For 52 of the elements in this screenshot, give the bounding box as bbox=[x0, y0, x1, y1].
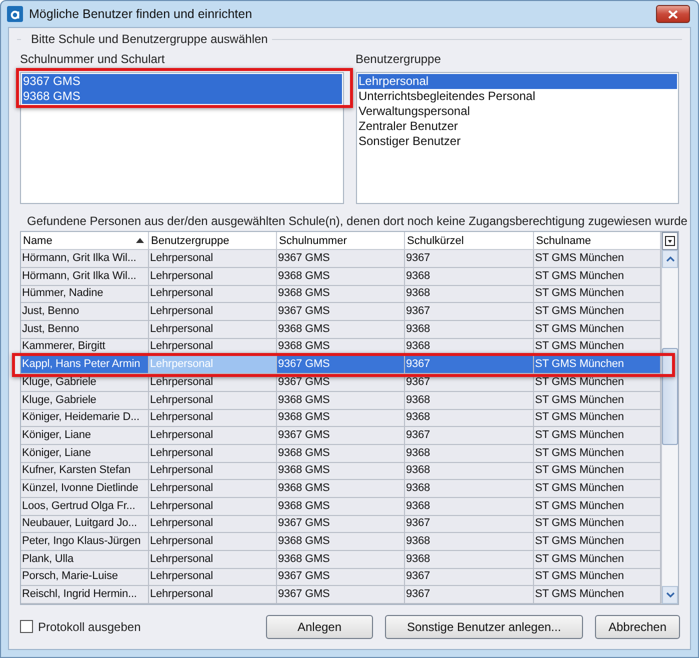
table-cell: 9367 bbox=[405, 356, 534, 374]
table-cell: 9367 GMS bbox=[277, 356, 405, 374]
table-row[interactable]: Loos, Gertrud Olga Fr... Lehrpersonal 9368 GMS 9368 ST GMS München bbox=[21, 498, 661, 516]
table-row[interactable]: Plank, Ulla Lehrpersonal 9368 GMS 9368 ST GMS München bbox=[21, 550, 661, 568]
column-chooser-button[interactable] bbox=[662, 232, 678, 250]
table-row[interactable]: Kufner, Karsten Stefan Lehrpersonal 9368 GMS 9368 ST GMS München bbox=[21, 462, 661, 480]
column-chooser-icon bbox=[665, 236, 675, 246]
scroll-down-icon[interactable] bbox=[666, 592, 674, 598]
user-group-item[interactable]: Verwaltungspersonal bbox=[358, 104, 677, 119]
table-row[interactable]: Porsch, Marie-Luise Lehrpersonal 9367 GMS 9367 ST GMS München bbox=[21, 568, 661, 586]
close-icon bbox=[668, 10, 678, 18]
close-button[interactable] bbox=[656, 5, 690, 23]
list-label: Benutzergruppe bbox=[356, 52, 442, 66]
school-item[interactable]: 9368 GMS bbox=[22, 89, 342, 104]
user-group-item[interactable]: Lehrpersonal bbox=[358, 74, 677, 89]
window-title: Mögliche Benutzer finden und einrichten bbox=[29, 7, 254, 21]
protocol-checkbox[interactable]: Protokoll ausgeben bbox=[20, 620, 141, 634]
dialog-button[interactable]: Abbrechen bbox=[595, 614, 680, 639]
scroll-up-icon[interactable] bbox=[666, 256, 674, 262]
user-group-item[interactable]: Sonstiger Benutzer bbox=[358, 134, 677, 149]
table-row[interactable]: Königer, Liane Lehrpersonal 9368 GMS 9368 ST GMS München bbox=[21, 444, 661, 462]
table-row[interactable]: Königer, Heidemarie D... Lehrpersonal 9368 GMS 9368 ST GMS München bbox=[21, 409, 661, 427]
scrollbar-thumb[interactable] bbox=[662, 348, 678, 445]
dialog-button[interactable]: Anlegen bbox=[266, 614, 373, 639]
table-row[interactable]: Königer, Liane Lehrpersonal 9367 GMS 9367 ST GMS München bbox=[21, 426, 661, 445]
dialog-button[interactable]: Sonstige Benutzer anlegen... bbox=[385, 614, 583, 639]
group-title: Bitte Schule und Benutzergruppe auswählen bbox=[31, 32, 268, 46]
school-item[interactable]: 9367 GMS bbox=[22, 74, 342, 89]
table-row[interactable]: Kappl, Hans Peter Armin Lehrpersonal 9367 GMS 9367 ST GMS München bbox=[21, 356, 661, 374]
list-label: Schulnummer und Schulart bbox=[20, 52, 166, 66]
table-row[interactable]: Hümmer, Nadine Lehrpersonal 9368 GMS 9368 ST GMS München bbox=[21, 285, 661, 304]
table-row[interactable]: Just, Benno Lehrpersonal 9367 GMS 9367 ST GMS München bbox=[21, 303, 661, 321]
table-row[interactable]: Peter, Ingo Klaus-Jürgen Lehrpersonal 9368 GMS 9368 ST GMS München bbox=[21, 533, 661, 551]
table-cell: 9367 GMS bbox=[277, 586, 405, 604]
table-cell: Lehrpersonal bbox=[149, 356, 277, 374]
table-row[interactable]: Hörmann, Grit Ilka Wil... Lehrpersonal 9367 GMS 9367 ST GMS München bbox=[21, 250, 661, 268]
user-group-item[interactable]: Unterrichtsbegleitendes Personal bbox=[358, 89, 677, 104]
table-row[interactable]: Kluge, Gabriele Lehrpersonal 9368 GMS 9368 ST GMS München bbox=[21, 392, 661, 410]
table-row[interactable]: Reischl, Ingrid Hermin... Lehrpersonal 9367 GMS 9367 ST GMS München bbox=[21, 586, 661, 604]
table-cell: Lehrpersonal bbox=[149, 586, 277, 604]
user-group-item[interactable]: Zentraler Benutzer bbox=[358, 119, 677, 134]
group-title: Gefundene Personen aus der/den ausgewählten Schule(n), denen dort noch keine Zugangsberechtigung zugewiesen wurde bbox=[27, 214, 688, 228]
table-cell: Reischl, Ingrid Hermin... bbox=[21, 586, 149, 604]
table-row[interactable]: Künzel, Ivonne Dietlinde Lehrpersonal 9368 GMS 9368 ST GMS München bbox=[21, 480, 661, 498]
checkbox[interactable] bbox=[20, 620, 33, 634]
table-cell: 9367 bbox=[405, 586, 534, 604]
sort-arrow-icon bbox=[136, 238, 144, 243]
table-row[interactable]: Hörmann, Grit Ilka Wil... Lehrpersonal 9368 GMS 9368 ST GMS München bbox=[21, 268, 661, 286]
app-logo-icon bbox=[7, 6, 23, 22]
table-row[interactable]: Just, Benno Lehrpersonal 9368 GMS 9368 ST GMS München bbox=[21, 320, 661, 338]
scrollbar[interactable] bbox=[662, 250, 678, 604]
table-row[interactable]: Neubauer, Luitgard Jo... Lehrpersonal 9367 GMS 9367 ST GMS München bbox=[21, 515, 661, 533]
